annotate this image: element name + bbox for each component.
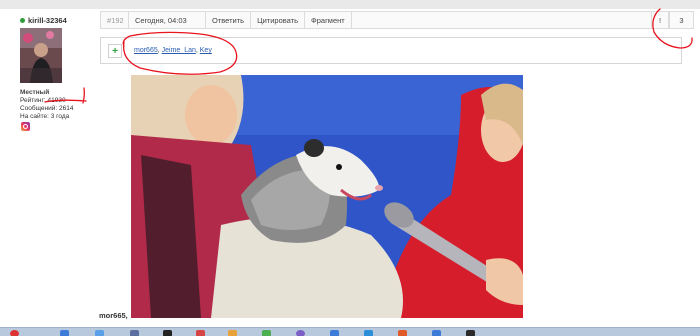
user-rating: Рейтинг: 41930 xyxy=(20,97,66,104)
fragment-button[interactable]: Фрагмент xyxy=(305,12,352,28)
thanks-user-link[interactable]: mor665 xyxy=(134,47,158,54)
post-date: Сегодня, 04:03 xyxy=(129,12,206,28)
thanks-user-link[interactable]: Jeime_Lan xyxy=(162,47,196,54)
quote-button[interactable]: Цитировать xyxy=(251,12,306,28)
taskbar-app-icon[interactable] xyxy=(95,330,104,336)
thanks-box: + mor665, Jeime_Lan, Key xyxy=(100,37,682,64)
page-number-button[interactable]: 3 xyxy=(669,12,693,28)
taskbar-app-icon[interactable] xyxy=(330,330,339,336)
top-strip xyxy=(0,0,700,9)
taskbar-app-icon[interactable] xyxy=(398,330,407,336)
rating-value: 41930 xyxy=(47,97,66,104)
taskbar-app-icon[interactable] xyxy=(130,330,139,336)
user-meta: Местный Рейтинг: 41930 Сообщений: 2614 Н… xyxy=(20,89,100,121)
post-header: #192 Сегодня, 04:03 Ответить Цитировать … xyxy=(100,11,694,29)
quote-author[interactable]: mor665, xyxy=(99,311,128,320)
user-panel: kirill-32364 Местный Рейтинг: 41930 Сооб… xyxy=(20,15,100,131)
user-status: Местный xyxy=(20,89,50,96)
username-link[interactable]: kirill-32364 xyxy=(28,16,67,25)
taskbar xyxy=(0,327,700,336)
taskbar-app-icon[interactable] xyxy=(60,330,69,336)
add-thanks-button[interactable]: + xyxy=(108,44,122,58)
reply-button[interactable]: Ответить xyxy=(206,12,252,28)
taskbar-app-icon[interactable] xyxy=(432,330,441,336)
thanks-list: mor665, Jeime_Lan, Key xyxy=(134,47,212,54)
start-icon[interactable] xyxy=(10,330,19,336)
post-number-link[interactable]: #192 xyxy=(101,12,129,28)
taskbar-app-icon[interactable] xyxy=(296,330,305,336)
post-image[interactable] xyxy=(131,75,523,318)
report-button[interactable]: ! xyxy=(651,12,669,28)
avatar[interactable] xyxy=(20,28,62,83)
taskbar-app-icon[interactable] xyxy=(466,330,475,336)
taskbar-app-icon[interactable] xyxy=(196,330,205,336)
taskbar-app-icon[interactable] xyxy=(262,330,271,336)
taskbar-app-icon[interactable] xyxy=(228,330,237,336)
user-on-site: На сайте: 3 года xyxy=(20,113,70,120)
online-status-icon xyxy=(20,17,25,23)
thanks-user-link[interactable]: Key xyxy=(200,47,212,54)
user-messages: Сообщений: 2614 xyxy=(20,105,74,112)
taskbar-app-icon[interactable] xyxy=(364,330,373,336)
header-spacer xyxy=(352,12,651,28)
taskbar-app-icon[interactable] xyxy=(163,330,172,336)
instagram-icon[interactable] xyxy=(21,122,30,131)
username-row: kirill-32364 xyxy=(20,15,100,25)
